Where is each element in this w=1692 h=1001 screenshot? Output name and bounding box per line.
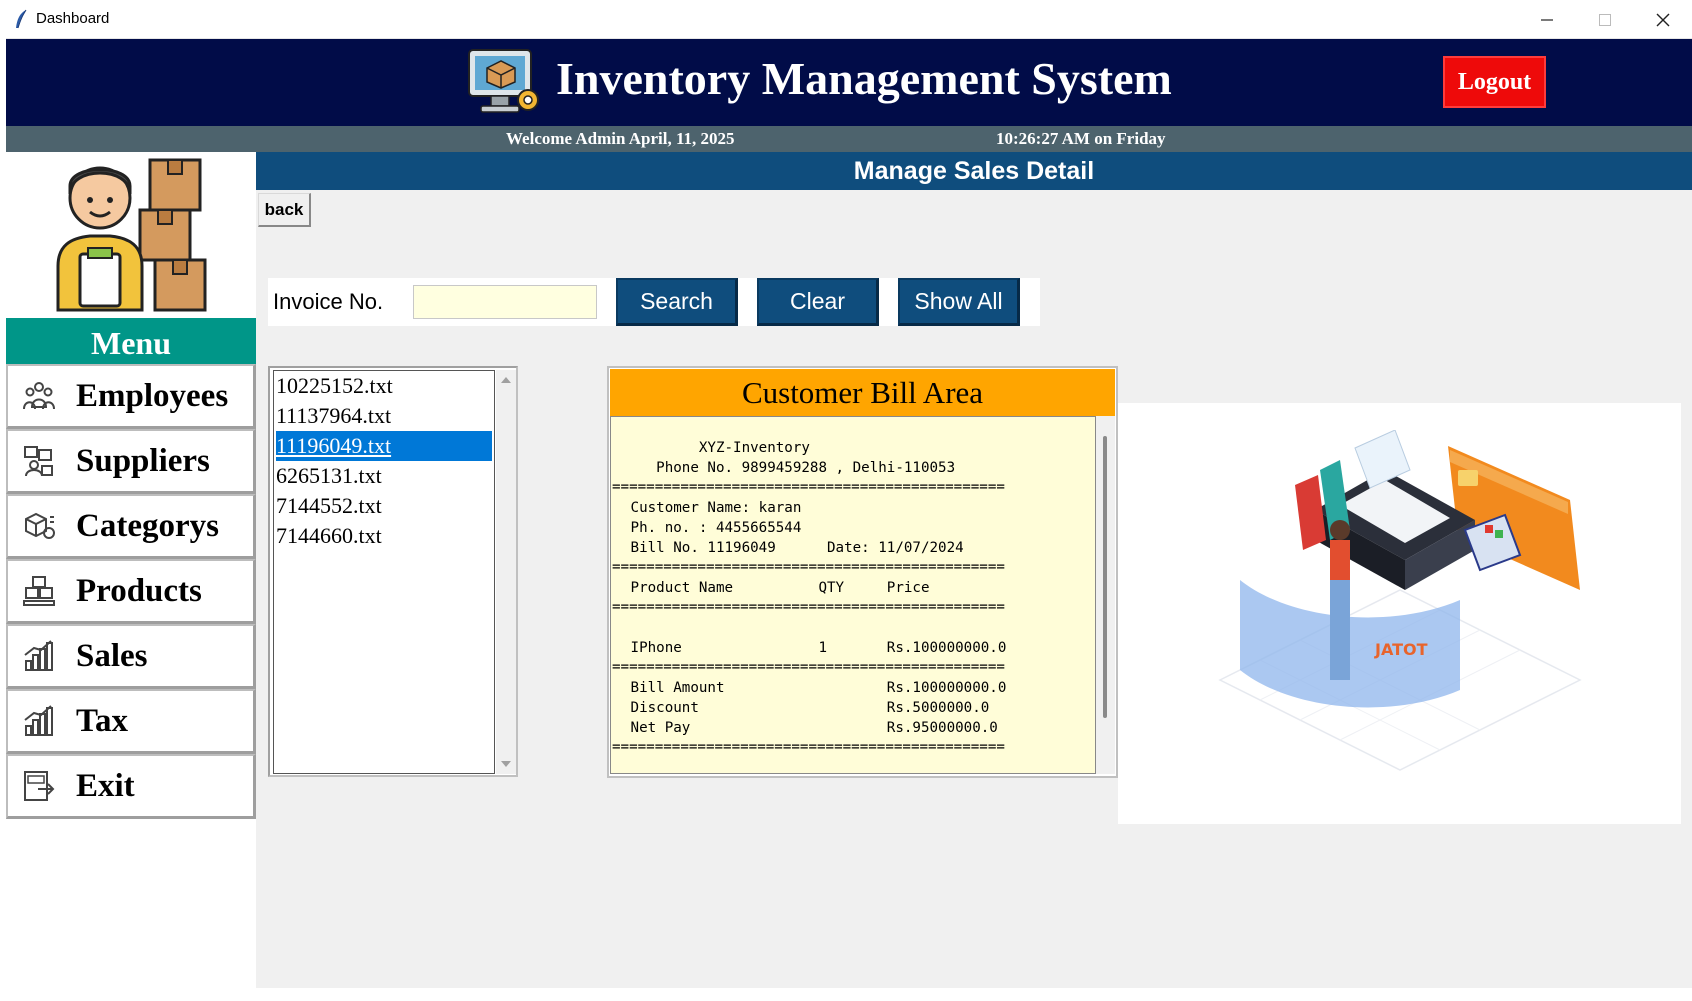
list-item-selected[interactable]: 11196049.txt <box>276 431 492 461</box>
bill-area-title: Customer Bill Area <box>610 369 1115 416</box>
list-item[interactable]: 7144552.txt <box>276 491 492 521</box>
sidebar-item-tax[interactable]: Tax <box>6 689 256 754</box>
window-bottom-edge <box>6 988 1692 1001</box>
list-item[interactable]: 7144660.txt <box>276 521 492 551</box>
maximize-button[interactable] <box>1576 0 1634 39</box>
sidebar-item-exit[interactable]: Exit <box>6 754 256 819</box>
sidebar-item-label: Sales <box>76 637 148 674</box>
window-title: Dashboard <box>36 10 110 27</box>
page-title: Manage Sales Detail <box>256 152 1692 190</box>
close-icon <box>1656 13 1670 26</box>
inventory-monitor-logo-icon <box>468 49 539 113</box>
status-bar <box>6 126 1692 152</box>
bill-line: Bill Amount Rs.100000000.0 <box>622 680 1007 696</box>
app-title: Inventory Management System <box>556 53 1172 104</box>
scroll-down-icon[interactable] <box>499 758 513 770</box>
minimize-button[interactable] <box>1518 0 1576 39</box>
menu-heading: Menu <box>6 318 256 364</box>
logout-button[interactable]: Logout <box>1443 56 1546 108</box>
delivery-worker-logo-icon <box>56 158 207 312</box>
suppliers-icon <box>24 446 53 477</box>
bill-line: Product Name QTY Price <box>622 580 930 596</box>
scroll-up-icon[interactable] <box>499 374 513 386</box>
sidebar-item-label: Employees <box>76 377 229 414</box>
welcome-text: Welcome Admin April, 11, 2025 <box>506 129 735 148</box>
bill-line: ========================================… <box>612 559 1005 575</box>
sidebar-item-sales[interactable]: Sales <box>6 624 256 689</box>
clock-text: 10:26:27 AM on Friday <box>996 129 1166 148</box>
bill-line: IPhone 1 Rs.100000000.0 <box>622 640 1007 656</box>
exit-icon <box>24 771 55 801</box>
bill-line: Net Pay Rs.95000000.0 <box>622 720 998 736</box>
clear-button[interactable]: Clear <box>757 278 879 326</box>
bill-line: Ph. no. : 4455665544 <box>622 520 802 536</box>
bill-line: Phone No. 9899459288 , Delhi-110053 <box>622 460 956 476</box>
sidebar-item-categorys[interactable]: Categorys <box>6 494 256 559</box>
products-icon <box>23 576 55 606</box>
categories-icon <box>25 512 55 539</box>
sidebar-item-label: Categorys <box>76 507 219 544</box>
sidebar-empty-area <box>6 830 256 988</box>
list-item[interactable]: 11137964.txt <box>276 401 492 431</box>
sidebar-item-label: Tax <box>76 702 128 739</box>
illustration-text: JATOT <box>1374 640 1428 659</box>
bill-line: Discount Rs.5000000.0 <box>622 700 990 716</box>
employees-icon <box>23 382 55 410</box>
invoice-number-label: Invoice No. <box>273 289 384 314</box>
tax-chart-icon <box>24 705 53 736</box>
sidebar-item-suppliers[interactable]: Suppliers <box>6 429 256 494</box>
minimize-icon <box>1541 18 1553 21</box>
back-button[interactable]: back <box>258 193 311 227</box>
bill-line: ========================================… <box>612 479 1005 495</box>
list-item[interactable]: 10225152.txt <box>276 371 492 401</box>
invoice-number-input[interactable] <box>413 285 597 319</box>
maximize-icon <box>1599 13 1611 26</box>
bill-line: ========================================… <box>612 599 1005 615</box>
bill-line: ========================================… <box>612 659 1005 675</box>
sales-chart-icon <box>24 640 53 671</box>
bill-line: Bill No. 11196049 Date: 11/07/2024 <box>622 540 964 556</box>
bill-scrollbar-thumb[interactable] <box>1103 436 1107 718</box>
point-of-sale-illustration-icon: JATOT <box>1218 430 1582 771</box>
bill-line: XYZ-Inventory <box>622 440 810 456</box>
sidebar-item-employees[interactable]: Employees <box>6 364 256 429</box>
sidebar-item-products[interactable]: Products <box>6 559 256 624</box>
search-button[interactable]: Search <box>616 278 738 326</box>
sidebar-item-label: Exit <box>76 767 135 804</box>
window-titlebar <box>6 0 1692 39</box>
list-item[interactable]: 6265131.txt <box>276 461 492 491</box>
invoice-list-scrollbar[interactable] <box>496 370 516 774</box>
feather-app-icon <box>16 9 27 29</box>
sidebar-item-label: Products <box>76 572 202 609</box>
sidebar-item-label: Suppliers <box>76 442 210 479</box>
close-window-button[interactable] <box>1634 0 1692 39</box>
bill-line: Customer Name: karan <box>622 500 802 516</box>
show-all-button[interactable]: Show All <box>898 278 1020 326</box>
bill-line: ========================================… <box>612 739 1005 755</box>
